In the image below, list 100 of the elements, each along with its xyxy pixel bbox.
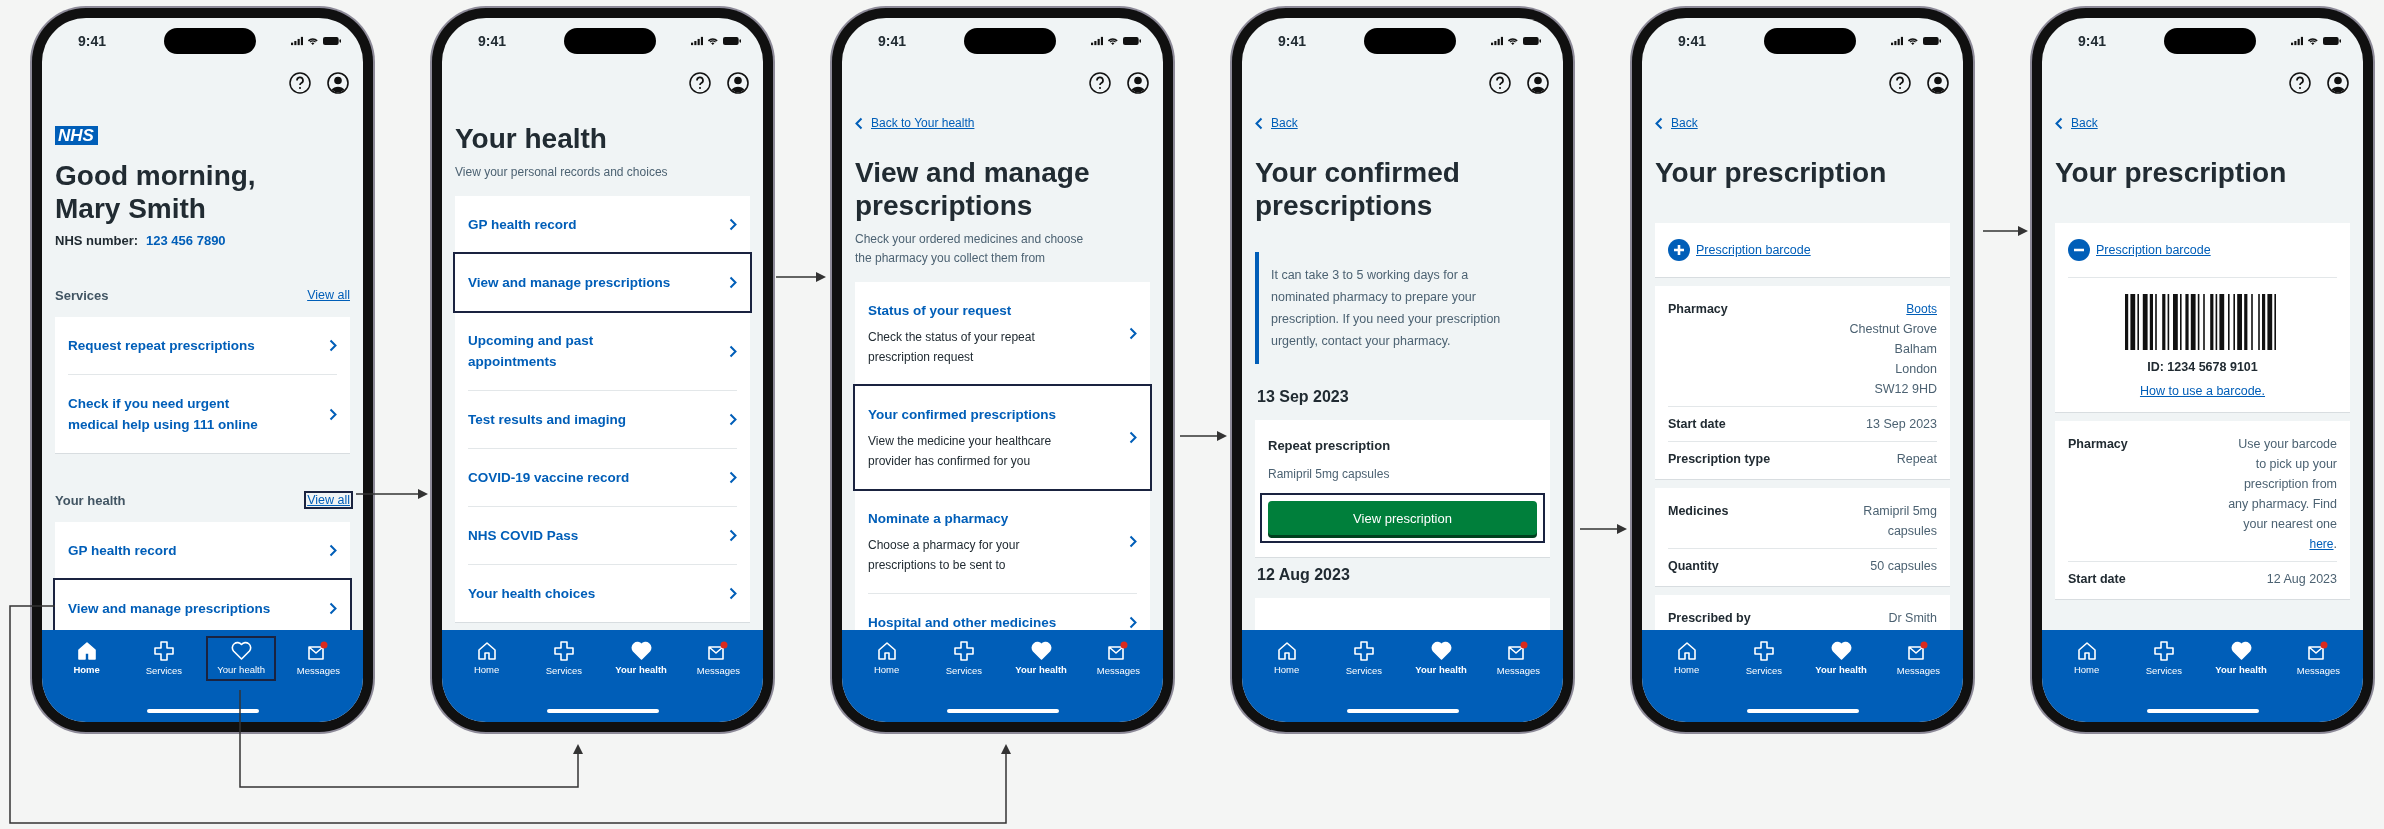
account-icon[interactable]	[727, 72, 749, 94]
signal-icon	[1491, 36, 1504, 46]
account-icon[interactable]	[1927, 72, 1949, 94]
summary-key: Start date	[1668, 414, 1726, 434]
back-link[interactable]: Back to Your health	[855, 116, 1150, 130]
summary-key: Quantity	[1668, 556, 1719, 576]
barcode-id: ID: 1234 5678 9101	[2147, 360, 2258, 374]
help-icon[interactable]	[289, 72, 311, 94]
back-link[interactable]: Back	[1655, 116, 1950, 130]
list-item[interactable]: Hospital and other medicines	[855, 594, 1150, 630]
list-item[interactable]: Check if you need urgent medical help using 111 online	[55, 375, 350, 453]
chevron-right-icon	[729, 276, 737, 289]
tab[interactable]: Home	[1253, 638, 1320, 679]
chevron-right-icon	[329, 602, 337, 615]
tab[interactable]: Your health	[2208, 638, 2275, 679]
tab[interactable]: Home	[2053, 638, 2120, 679]
tab[interactable]: Your health	[208, 638, 275, 679]
list-item[interactable]: View and manage prescriptions	[55, 580, 350, 630]
list-item[interactable]: NHS COVID Pass	[455, 507, 750, 564]
account-icon[interactable]	[327, 72, 349, 94]
status-time: 9:41	[78, 33, 108, 49]
tab[interactable]: Messages	[1085, 638, 1152, 679]
view-all-link[interactable]: View all	[304, 491, 353, 509]
page-heading: Your prescription	[2055, 156, 2288, 189]
account-icon[interactable]	[2327, 72, 2349, 94]
page-heading: Your confirmed prescriptions	[1255, 156, 1461, 222]
wifi-icon	[2307, 36, 2319, 46]
chevron-right-icon	[729, 344, 737, 358]
help-icon[interactable]	[689, 72, 711, 94]
list-item[interactable]: GP health record	[455, 196, 750, 253]
envelope-icon	[2307, 641, 2330, 661]
tab[interactable]: Messages	[285, 638, 352, 679]
tab[interactable]: Home	[453, 638, 520, 679]
page-heading: Good morning, Mary Smith	[55, 159, 257, 225]
view-prescription-button[interactable]: View prescription	[1268, 501, 1537, 535]
list-item[interactable]: COVID-19 vaccine record	[455, 449, 750, 506]
tab[interactable]: Services	[1730, 638, 1797, 679]
wifi-icon	[1907, 36, 1919, 46]
chevron-right-icon	[729, 587, 737, 600]
heart-icon	[230, 641, 252, 660]
list-item[interactable]: Request repeat prescriptions	[55, 317, 350, 374]
expander-link[interactable]: Prescription barcode	[2096, 243, 2211, 257]
tab[interactable]: Messages	[1485, 638, 1552, 679]
plus-circle-icon[interactable]	[1668, 239, 1690, 261]
summary-value: Chestnut Grove	[1849, 321, 1937, 338]
view-all-link[interactable]: View all	[304, 286, 353, 304]
signal-icon	[1891, 36, 1904, 46]
tab[interactable]: Your health	[1808, 638, 1875, 679]
help-link[interactable]: How to use a barcode.	[2139, 384, 2266, 398]
chevron-left-icon	[1255, 116, 1263, 130]
pharmacy-link[interactable]: Boots	[1849, 299, 1937, 319]
summary-value: 13 Sep 2023	[1866, 416, 1937, 433]
help-icon[interactable]	[1489, 72, 1511, 94]
list-item[interactable]: Your health choices	[455, 565, 750, 622]
tab[interactable]: Services	[130, 638, 197, 679]
expander-link[interactable]: Prescription barcode	[1696, 243, 1811, 257]
tab[interactable]: Services	[930, 638, 997, 679]
chevron-right-icon	[729, 218, 737, 231]
summary-value: Use your barcode to pick up your prescription from any pharmacy. Find your nearest one here.	[2228, 436, 2337, 553]
summary-value: Dr Smith	[1888, 610, 1937, 627]
battery-icon	[1522, 36, 1541, 46]
back-link[interactable]: Back	[2055, 116, 2350, 130]
list-item[interactable]: View and manage prescriptions	[455, 254, 750, 311]
summary-key: Medicines	[1668, 501, 1729, 541]
summary-value: Repeat	[1896, 451, 1937, 468]
pharmacy-link[interactable]: here	[2309, 537, 2334, 551]
plus-icon	[1753, 641, 1774, 661]
tab[interactable]: Home	[853, 638, 920, 679]
envelope-icon	[707, 641, 730, 661]
list-item[interactable]: GP health record	[55, 522, 350, 579]
tab[interactable]: Services	[1330, 638, 1397, 679]
list-item[interactable]: Upcoming and past appointments	[455, 312, 750, 390]
list-item[interactable]: Nominate a pharmacy Choose a pharmacy for your prescriptions to be sent to	[855, 490, 1150, 593]
tab[interactable]: Your health	[1008, 638, 1075, 679]
list-item[interactable]: Your confirmed prescriptions View the medicine your healthcare provider has confirmed for you	[855, 386, 1150, 489]
chevron-right-icon	[1129, 327, 1137, 340]
plus-icon	[1353, 641, 1374, 661]
chevron-right-icon	[329, 339, 337, 352]
summary-value: 50 capsules	[1870, 558, 1937, 575]
tab[interactable]: Services	[2130, 638, 2197, 679]
tab[interactable]: Home	[1653, 638, 1720, 679]
tab[interactable]: Messages	[1885, 638, 1952, 679]
list-item[interactable]: Status of your request Check the status of your repeat prescription request	[855, 282, 1150, 385]
account-icon[interactable]	[1127, 72, 1149, 94]
tab[interactable]: Messages	[685, 638, 752, 679]
tab[interactable]: Home	[53, 638, 120, 679]
chevron-right-icon	[1129, 431, 1137, 444]
list-item[interactable]: Test results and imaging	[455, 391, 750, 448]
back-link[interactable]: Back	[1255, 116, 1550, 130]
account-icon[interactable]	[1527, 72, 1549, 94]
help-icon[interactable]	[2289, 72, 2311, 94]
wifi-icon	[1507, 36, 1519, 46]
minus-circle-icon[interactable]	[2068, 239, 2090, 261]
tab[interactable]: Services	[530, 638, 597, 679]
wifi-icon	[707, 36, 719, 46]
tab[interactable]: Your health	[1408, 638, 1475, 679]
tab[interactable]: Your health	[608, 638, 675, 679]
tab[interactable]: Messages	[2285, 638, 2352, 679]
help-icon[interactable]	[1889, 72, 1911, 94]
help-icon[interactable]	[1089, 72, 1111, 94]
